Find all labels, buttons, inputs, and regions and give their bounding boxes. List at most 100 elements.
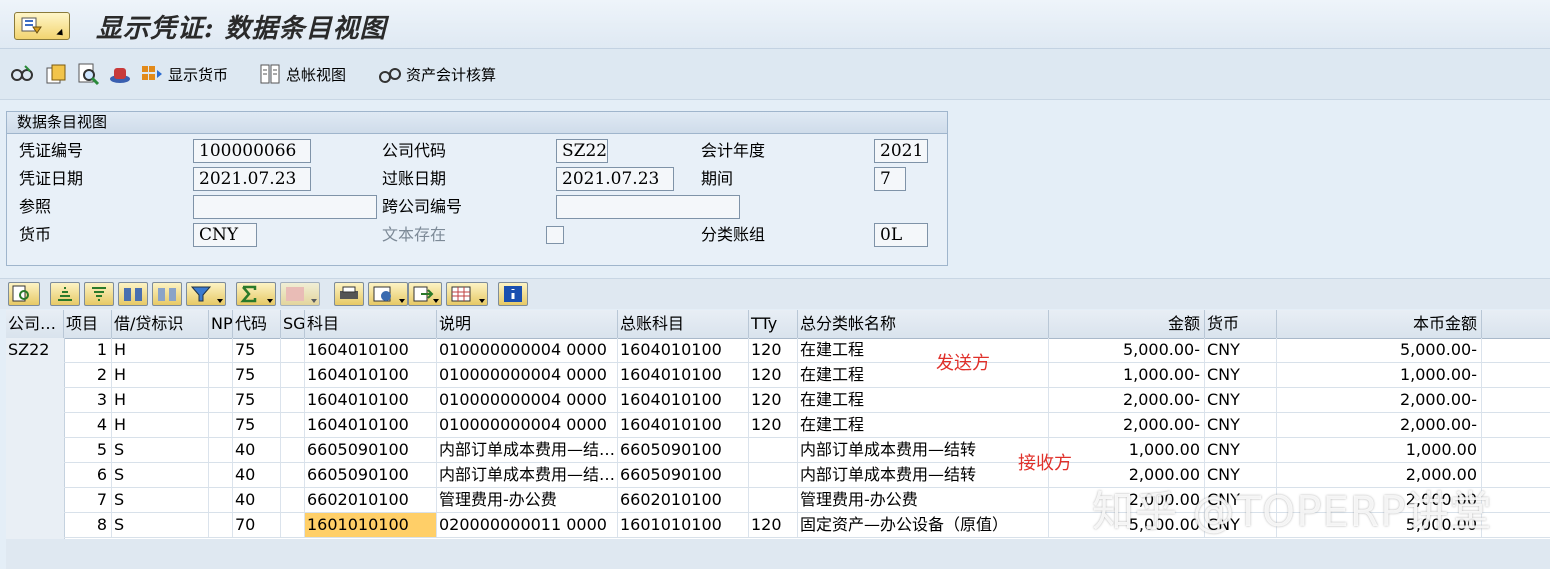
cell-gl-name[interactable]: 固定资产—办公设备（原值） <box>798 513 1049 537</box>
find-next-button[interactable] <box>152 282 182 306</box>
cell-item[interactable]: 2 <box>64 363 112 387</box>
cell-sg[interactable] <box>281 363 305 387</box>
cell-gl-name[interactable]: 在建工程 <box>798 388 1049 412</box>
print-button[interactable] <box>334 282 364 306</box>
cell-tty[interactable]: 120 <box>749 388 798 412</box>
col-description[interactable]: 说明 <box>437 310 618 338</box>
reference-field[interactable] <box>193 195 377 219</box>
col-gl-name[interactable]: 总分类帐名称 <box>798 310 1049 338</box>
company-field[interactable]: SZ22 <box>556 139 608 163</box>
cell-np[interactable] <box>209 413 233 437</box>
fiscal-year-field[interactable]: 2021 <box>874 139 928 163</box>
cell-local-amount[interactable]: 5,000.00- <box>1277 338 1482 362</box>
cell-desc[interactable]: 020000000011 0000 <box>437 513 618 537</box>
cell-desc[interactable]: 010000000004 0000 <box>437 363 618 387</box>
cell-gl[interactable]: 1604010100 <box>618 338 749 362</box>
cell-dc[interactable]: S <box>112 463 209 487</box>
cell-item[interactable]: 7 <box>64 488 112 512</box>
cell-sg[interactable] <box>281 488 305 512</box>
col-item[interactable]: 项目 <box>64 310 112 338</box>
col-debit-credit[interactable]: 借/贷标识 <box>112 310 209 338</box>
cell-gl[interactable]: 1601010100 <box>618 513 749 537</box>
cell-item[interactable]: 3 <box>64 388 112 412</box>
col-account[interactable]: 科目 <box>305 310 437 338</box>
cell-dc[interactable]: H <box>112 363 209 387</box>
cell-gl-name[interactable]: 在建工程 <box>798 338 1049 362</box>
cell-item[interactable]: 5 <box>64 438 112 462</box>
cell-curr[interactable]: CNY <box>1205 438 1277 462</box>
cell-amount[interactable]: 5,000.00- <box>1049 338 1205 362</box>
hat-icon[interactable] <box>108 62 132 86</box>
cell-dc[interactable]: H <box>112 388 209 412</box>
cell-np[interactable] <box>209 463 233 487</box>
cell-amount[interactable]: 2,000.00- <box>1049 388 1205 412</box>
cell-account[interactable]: 1604010100 <box>305 363 437 387</box>
gl-view-button[interactable]: 总帐视图 <box>286 64 346 85</box>
cell-desc[interactable]: 010000000004 0000 <box>437 388 618 412</box>
views-button[interactable] <box>368 282 408 306</box>
cell-tty[interactable]: 120 <box>749 338 798 362</box>
cell-dc[interactable]: S <box>112 513 209 537</box>
system-menu-button[interactable] <box>14 12 70 40</box>
cell-amount[interactable]: 1,000.00- <box>1049 363 1205 387</box>
cell-np[interactable] <box>209 388 233 412</box>
col-sg[interactable]: SG <box>281 310 305 338</box>
cell-account[interactable]: 1604010100 <box>305 413 437 437</box>
intercompany-field[interactable] <box>556 195 740 219</box>
cell-dc[interactable]: S <box>112 438 209 462</box>
cell-dc[interactable]: S <box>112 488 209 512</box>
col-amount[interactable]: 金额 <box>1049 310 1205 338</box>
cell-code[interactable]: 75 <box>233 363 281 387</box>
display-currency-button[interactable]: 显示货币 <box>168 64 228 85</box>
cell-item[interactable]: 8 <box>64 513 112 537</box>
cell-np[interactable] <box>209 338 233 362</box>
details-button[interactable] <box>8 282 40 306</box>
cell-code[interactable]: 75 <box>233 413 281 437</box>
ledger-group-field[interactable]: 0L <box>874 223 928 247</box>
cell-tty[interactable]: 120 <box>749 413 798 437</box>
cell-curr[interactable]: CNY <box>1205 338 1277 362</box>
sort-ascending-button[interactable] <box>50 282 80 306</box>
cell-gl-name[interactable]: 内部订单成本费用—结转 <box>798 438 1049 462</box>
doc-no-field[interactable]: 100000066 <box>193 139 311 163</box>
cell-tty[interactable] <box>749 438 798 462</box>
cell-curr[interactable]: CNY <box>1205 363 1277 387</box>
copy-document-icon[interactable] <box>44 62 68 86</box>
cell-account[interactable]: 1604010100 <box>305 388 437 412</box>
currency-field[interactable]: CNY <box>193 223 257 247</box>
cell-amount[interactable]: 2,000.00- <box>1049 413 1205 437</box>
cell-account[interactable]: 6605090100 <box>305 438 437 462</box>
cell-desc[interactable]: 内部订单成本费用—结… <box>437 438 618 462</box>
cell-gl-name[interactable]: 在建工程 <box>798 363 1049 387</box>
cell-local-amount[interactable]: 1,000.00 <box>1277 438 1482 462</box>
cell-gl[interactable]: 1604010100 <box>618 363 749 387</box>
period-field[interactable]: 7 <box>874 167 906 191</box>
cell-curr[interactable]: CNY <box>1205 413 1277 437</box>
subtotal-button[interactable] <box>280 282 320 306</box>
cell-account[interactable]: 6602010100 <box>305 488 437 512</box>
cell-amount[interactable]: 1,000.00 <box>1049 438 1205 462</box>
col-np[interactable]: NP <box>209 310 233 338</box>
gl-view-icon[interactable] <box>258 62 282 86</box>
cell-sg[interactable] <box>281 438 305 462</box>
cell-gl-name[interactable]: 在建工程 <box>798 413 1049 437</box>
cell-desc[interactable]: 管理费用-办公费 <box>437 488 618 512</box>
cell-curr[interactable]: CNY <box>1205 388 1277 412</box>
cell-code[interactable]: 40 <box>233 488 281 512</box>
find-button[interactable] <box>118 282 148 306</box>
export-button[interactable] <box>408 282 442 306</box>
cell-sg[interactable] <box>281 388 305 412</box>
cell-item[interactable]: 6 <box>64 463 112 487</box>
cell-code[interactable]: 75 <box>233 338 281 362</box>
asset-accounting-button[interactable]: 资产会计核算 <box>406 64 496 85</box>
cell-local-amount[interactable]: 1,000.00- <box>1277 363 1482 387</box>
cell-np[interactable] <box>209 438 233 462</box>
cell-sg[interactable] <box>281 338 305 362</box>
cell-local-amount[interactable]: 2,000.00- <box>1277 388 1482 412</box>
cell-desc[interactable]: 内部订单成本费用—结… <box>437 463 618 487</box>
cell-item[interactable]: 1 <box>64 338 112 362</box>
cell-sg[interactable] <box>281 463 305 487</box>
company-cell[interactable]: SZ22 <box>6 338 64 362</box>
col-currency[interactable]: 货币 <box>1205 310 1277 338</box>
cell-gl[interactable]: 1604010100 <box>618 413 749 437</box>
